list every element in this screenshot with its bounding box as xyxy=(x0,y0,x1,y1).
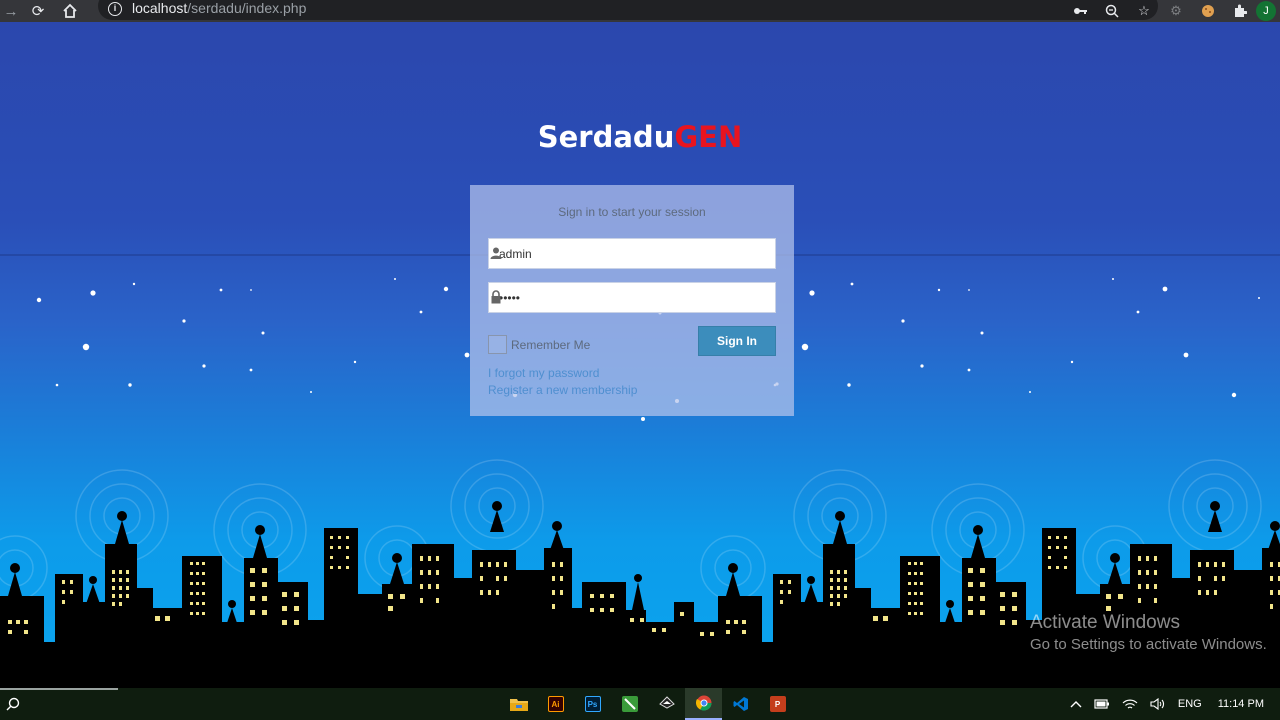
username-input[interactable] xyxy=(489,239,739,268)
taskbar-apps: Ai Ps P xyxy=(500,688,796,720)
remember-checkbox[interactable] xyxy=(488,335,507,354)
chrome-icon[interactable] xyxy=(685,688,722,720)
extensions-puzzle-icon[interactable] xyxy=(1224,0,1256,22)
volume-icon[interactable] xyxy=(1144,698,1172,710)
inkscape-icon[interactable] xyxy=(648,688,685,720)
illustrator-icon[interactable]: Ai xyxy=(537,688,574,720)
site-info-icon[interactable]: i xyxy=(108,2,122,16)
profile-avatar[interactable]: J xyxy=(1256,1,1276,21)
url-text[interactable]: localhost/serdadu/index.php xyxy=(132,0,306,16)
search-icon[interactable] xyxy=(0,688,26,720)
vscode-icon[interactable] xyxy=(722,688,759,720)
clock[interactable]: 11:14 PM xyxy=(1212,698,1280,710)
password-input[interactable] xyxy=(489,283,739,312)
remember-me[interactable]: Remember Me xyxy=(488,335,590,354)
chevron-up-icon[interactable] xyxy=(1064,700,1088,708)
photoshop-icon[interactable]: Ps xyxy=(574,688,611,720)
extension-gear-icon[interactable]: ⚙ xyxy=(1160,0,1192,22)
bookmark-star-icon[interactable]: ☆ xyxy=(1128,0,1160,22)
taskbar: Ai Ps P ENG 11:14 PM xyxy=(0,688,1280,720)
app-logo: SerdaduGEN xyxy=(537,120,743,154)
browser-toolbar: → ⟳ i localhost/serdadu/index.php ☆ ⚙ J xyxy=(0,0,1280,22)
sign-in-button[interactable]: Sign In xyxy=(698,326,776,356)
forward-icon[interactable]: → xyxy=(0,0,22,22)
wifi-icon[interactable] xyxy=(1116,698,1144,710)
file-explorer-icon[interactable] xyxy=(500,688,537,720)
login-box: Sign in to start your session Remember M… xyxy=(470,185,794,416)
activate-windows-watermark: Activate Windows Go to Settings to activ… xyxy=(1030,612,1267,653)
extension-cookie-icon[interactable] xyxy=(1192,0,1224,22)
address-bar[interactable]: i localhost/serdadu/index.php xyxy=(98,0,1158,20)
reload-icon[interactable]: ⟳ xyxy=(22,0,54,22)
password-field[interactable] xyxy=(488,282,776,313)
login-box-message: Sign in to start your session xyxy=(558,205,706,219)
user-icon xyxy=(490,247,502,259)
watermark-subtitle: Go to Settings to activate Windows. xyxy=(1030,636,1267,653)
remember-label: Remember Me xyxy=(511,337,591,352)
battery-icon[interactable] xyxy=(1088,699,1116,709)
lock-icon xyxy=(491,290,501,304)
home-icon[interactable] xyxy=(54,0,86,22)
key-icon[interactable] xyxy=(1064,0,1096,22)
username-field[interactable] xyxy=(488,238,776,269)
powerpoint-icon[interactable]: P xyxy=(759,688,796,720)
system-tray: ENG 11:14 PM xyxy=(1064,688,1280,720)
forgot-password-link[interactable]: I forgot my password xyxy=(488,366,599,380)
watermark-title: Activate Windows xyxy=(1030,612,1180,633)
language-indicator[interactable]: ENG xyxy=(1172,698,1212,710)
zoom-out-icon[interactable] xyxy=(1096,0,1128,22)
register-link[interactable]: Register a new membership xyxy=(488,383,637,397)
login-page: SerdaduGEN Sign in to start your session… xyxy=(0,22,1280,688)
drawing-app-icon[interactable] xyxy=(611,688,648,720)
